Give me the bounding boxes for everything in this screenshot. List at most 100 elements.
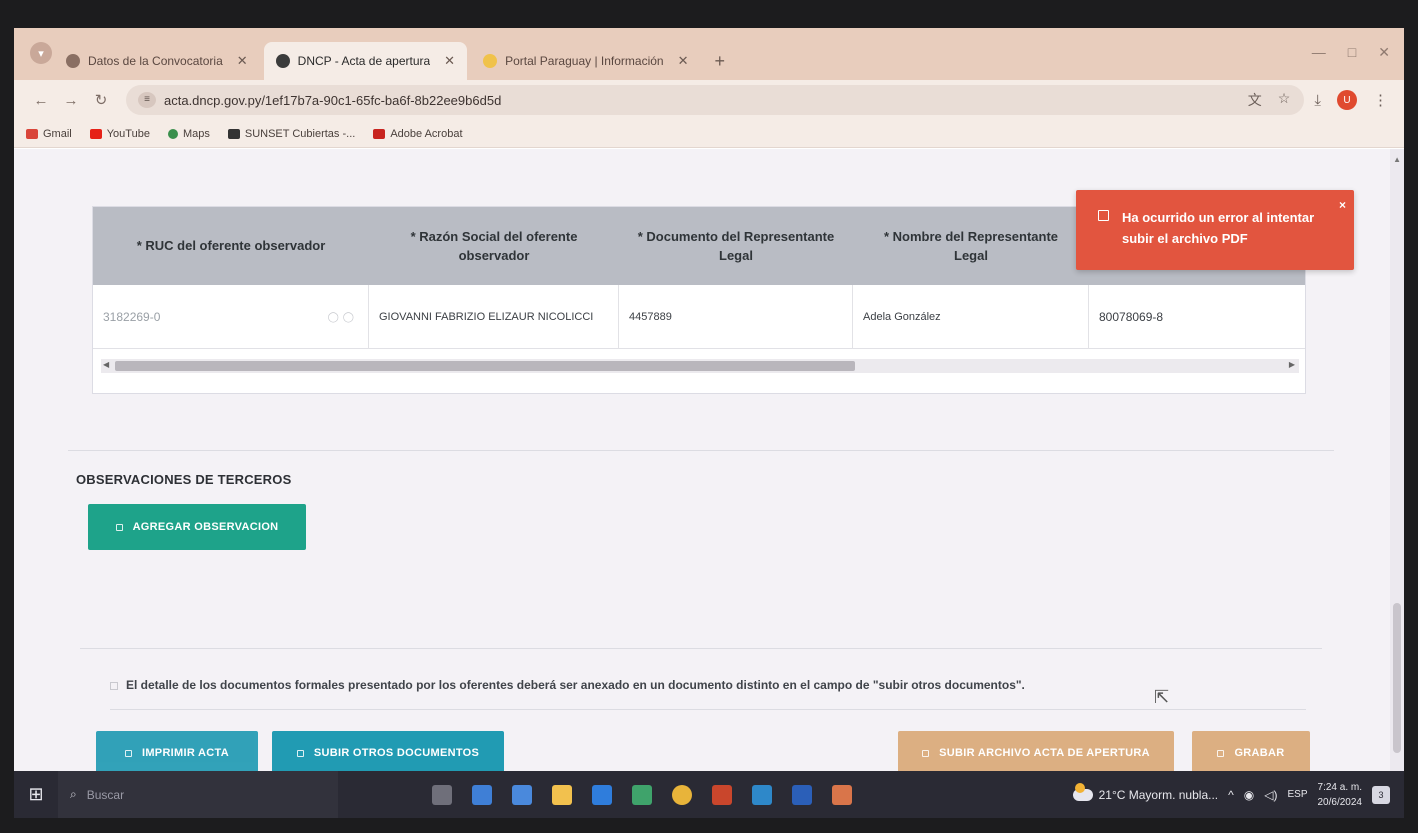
powerpoint-icon[interactable] xyxy=(712,784,732,805)
network-icon[interactable]: ◉ xyxy=(1244,788,1254,802)
tab-search-button[interactable]: ▾ xyxy=(30,42,52,64)
bookmark-star-icon[interactable]: ☆ xyxy=(1278,90,1291,110)
mouse-cursor-icon: ⇱ xyxy=(1154,687,1170,707)
notifications-icon[interactable]: 3 xyxy=(1372,785,1390,804)
upload-icon xyxy=(922,749,930,757)
upload-icon xyxy=(296,749,304,757)
scrollbar-thumb[interactable] xyxy=(115,361,855,371)
download-icon[interactable]: ⤓ xyxy=(1314,92,1321,109)
header-ruc: * RUC del oferente observador xyxy=(136,238,326,254)
task-view-icon[interactable] xyxy=(432,784,452,805)
reload-icon[interactable]: ↻ xyxy=(88,91,114,109)
gmail-icon xyxy=(26,128,38,139)
browser-toolbar: ← → ↻ ≡ acta.dncp.gov.py/1ef17b7a-90c1-6… xyxy=(14,80,1404,120)
taskbar-search[interactable]: ⌕ Buscar xyxy=(58,771,338,818)
back-arrow-icon[interactable]: ← xyxy=(28,92,54,109)
button-label: GRABAR xyxy=(1234,747,1285,759)
scroll-left-icon[interactable]: ◀ xyxy=(103,360,109,369)
translate-icon[interactable]: 文 xyxy=(1248,90,1262,110)
windows-start-icon[interactable]: ⊞ xyxy=(14,771,58,818)
portal-favicon-icon xyxy=(483,54,498,68)
forward-arrow-icon[interactable]: → xyxy=(58,92,84,109)
chevron-up-icon[interactable]: ^ xyxy=(1228,788,1234,802)
header-documento: * Documento del Representante Legal xyxy=(637,228,835,264)
mail-icon[interactable] xyxy=(592,784,612,805)
close-icon[interactable]: ✕ xyxy=(678,53,689,69)
volume-icon[interactable]: ◁) xyxy=(1264,788,1277,802)
bookmark-label: SUNSET Cubiertas -... xyxy=(244,127,356,140)
language-indicator[interactable]: ESP xyxy=(1287,789,1307,800)
app-icon[interactable] xyxy=(752,784,772,805)
search-icon: ⌕ xyxy=(70,787,77,801)
save-icon xyxy=(1217,749,1225,757)
bookmark-youtube[interactable]: YouTube xyxy=(89,128,150,140)
bookmark-gmail[interactable]: Gmail xyxy=(26,128,72,140)
tab-acta-apertura[interactable]: DNCP - Acta de apertura ✕ xyxy=(263,42,468,80)
cell-razon-social[interactable]: GIOVANNI FABRIZIO ELIZAUR NICOLICCI xyxy=(369,285,619,349)
subir-otros-documentos-button[interactable]: SUBIR OTROS DOCUMENTOS xyxy=(272,731,504,771)
tab-datos-convocatoria[interactable]: Datos de la Convocatoria ✕ xyxy=(54,42,260,80)
cell-ruc[interactable]: 3182269-0 ◯◯ xyxy=(93,285,369,349)
info-checkbox-icon xyxy=(110,682,118,690)
search-clear-icon[interactable]: ◯◯ xyxy=(328,312,358,323)
button-label: IMPRIMIR ACTA xyxy=(141,747,229,759)
taskbar-apps xyxy=(432,784,852,805)
close-icon[interactable]: ✕ xyxy=(237,53,248,69)
tab-label: Portal Paraguay | Información xyxy=(505,54,664,68)
search-placeholder: Buscar xyxy=(86,787,125,802)
button-label: SUBIR ARCHIVO ACTA DE APERTURA xyxy=(939,747,1150,759)
scroll-right-icon[interactable]: ▶ xyxy=(1289,360,1295,369)
toast-message: Ha ocurrido un error al intentar subir e… xyxy=(1122,210,1315,246)
horizontal-scrollbar[interactable]: ◀ ▶ xyxy=(101,359,1299,373)
new-tab-button[interactable]: + xyxy=(705,42,736,80)
store-icon[interactable] xyxy=(512,784,532,805)
page-content: * RUC del oferente observador * Razón So… xyxy=(14,149,1404,771)
bookmark-adobe[interactable]: Adobe Acrobat xyxy=(373,127,463,140)
bookmark-sunset[interactable]: SUNSET Cubiertas -... xyxy=(227,127,356,140)
date-text: 20/6/2024 xyxy=(1317,796,1363,808)
cell-documento[interactable]: 4457889 xyxy=(619,285,853,349)
grabar-button[interactable]: GRABAR xyxy=(1192,731,1310,771)
error-square-icon xyxy=(1098,210,1109,221)
photos-icon[interactable] xyxy=(632,784,652,805)
minimize-icon[interactable]: — xyxy=(1312,44,1326,61)
site-settings-icon[interactable]: ≡ xyxy=(138,92,156,108)
bookmark-label: Maps xyxy=(182,127,210,140)
window-controls: — □ ✕ xyxy=(1312,44,1390,61)
clock[interactable]: 7:24 a. m. 20/6/2024 xyxy=(1318,780,1363,810)
chrome-profile-icon[interactable] xyxy=(832,784,852,805)
weather-text: 21°C Mayorm. nubla... xyxy=(1098,787,1219,802)
weather-widget[interactable]: 21°C Mayorm. nubla... xyxy=(1072,782,1219,802)
close-icon[interactable]: ✕ xyxy=(444,53,455,69)
address-bar[interactable]: ≡ acta.dncp.gov.py/1ef17b7a-90c1-65fc-ba… xyxy=(126,85,1305,115)
cell-nombre[interactable]: Adela González xyxy=(853,285,1089,349)
close-window-icon[interactable]: ✕ xyxy=(1378,44,1390,61)
maximize-icon[interactable]: □ xyxy=(1348,44,1356,61)
print-icon xyxy=(124,749,132,757)
menu-kebab-icon[interactable]: ⋮ xyxy=(1373,91,1388,109)
sunset-icon xyxy=(227,128,240,139)
maps-pin-icon xyxy=(167,128,178,139)
imprimir-acta-button[interactable]: IMPRIMIR ACTA xyxy=(96,731,258,771)
bookmark-label: Adobe Acrobat xyxy=(390,127,463,140)
vertical-scrollbar[interactable]: ▲ xyxy=(1390,149,1404,771)
scrollbar-thumb[interactable] xyxy=(1393,603,1401,753)
scroll-up-icon[interactable]: ▲ xyxy=(1393,155,1401,164)
toast-close-icon[interactable]: × xyxy=(1339,196,1346,215)
widgets-icon[interactable] xyxy=(472,784,492,805)
word-icon[interactable] xyxy=(792,784,812,805)
youtube-icon xyxy=(89,128,102,139)
file-explorer-icon[interactable] xyxy=(552,784,572,805)
subir-acta-apertura-button[interactable]: SUBIR ARCHIVO ACTA DE APERTURA xyxy=(898,731,1174,771)
bookmark-maps[interactable]: Maps xyxy=(167,127,210,140)
agregar-observacion-button[interactable]: AGREGAR OBSERVACION xyxy=(88,504,306,550)
tab-portal-paraguay[interactable]: Portal Paraguay | Información ✕ xyxy=(471,42,700,80)
chrome-icon[interactable] xyxy=(672,784,692,805)
profile-avatar[interactable]: U xyxy=(1337,90,1357,110)
table-row: 3182269-0 ◯◯ GIOVANNI FABRIZIO ELIZAUR N… xyxy=(93,285,1305,349)
screen: ▾ Datos de la Convocatoria ✕ DNCP - Acta… xyxy=(14,28,1404,818)
button-label: SUBIR OTROS DOCUMENTOS xyxy=(313,747,480,759)
error-toast: Ha ocurrido un error al intentar subir e… xyxy=(1076,190,1354,270)
cell-extra[interactable]: 80078069-8 xyxy=(1089,285,1305,349)
plus-icon xyxy=(115,523,123,531)
